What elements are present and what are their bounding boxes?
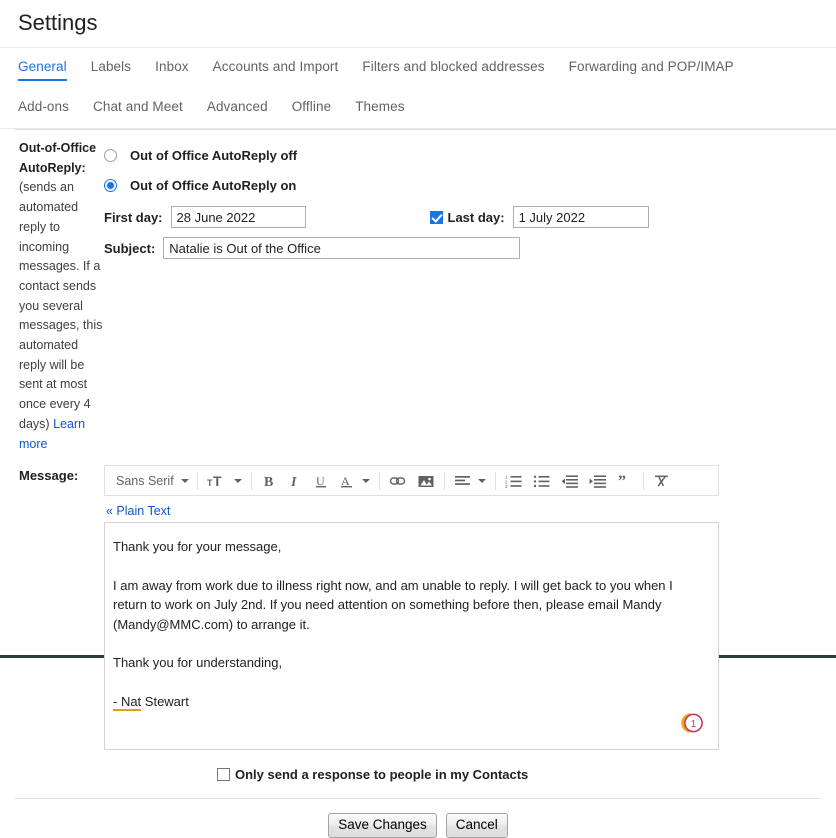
cancel-button[interactable]: Cancel — [445, 813, 508, 838]
font-size-icon[interactable]: T T — [202, 467, 247, 494]
message-label: Message: — [19, 468, 79, 484]
svg-text:”: ” — [618, 473, 626, 489]
italic-icon[interactable]: I — [282, 467, 308, 494]
toolbar-separator — [250, 471, 252, 490]
tab-chat-and-meet[interactable]: Chat and Meet — [81, 88, 195, 123]
toolbar-separator — [378, 471, 380, 490]
last-day-checkbox[interactable] — [429, 210, 443, 224]
signature-rest: Stewart — [141, 693, 189, 709]
radio-autoreply-on[interactable] — [104, 178, 117, 192]
remove-formatting-icon[interactable] — [648, 467, 676, 494]
autoreply-off-label: Out of Office AutoReply off — [130, 147, 298, 163]
page-title: Settings — [18, 10, 98, 35]
svg-text:T: T — [213, 473, 222, 489]
tab-themes[interactable]: Themes — [343, 88, 416, 123]
message-signature: - Nat Stewart — [113, 692, 706, 712]
chevron-down-icon — [233, 478, 242, 483]
tab-forwarding-and-pop-imap[interactable]: Forwarding and POP/IMAP — [557, 48, 746, 83]
chevron-down-icon — [180, 478, 189, 483]
tab-general[interactable]: General — [18, 48, 79, 83]
tab-offline[interactable]: Offline — [280, 88, 343, 123]
quote-icon[interactable]: ” — [612, 467, 639, 494]
underline-icon[interactable]: U — [308, 467, 334, 494]
subject-label: Subject: — [104, 240, 156, 256]
misspelled-word: - Nat — [113, 693, 142, 711]
action-buttons: Save Changes Cancel — [0, 813, 836, 838]
align-icon[interactable] — [449, 467, 491, 494]
link-icon[interactable] — [384, 467, 412, 494]
settings-tabbar: General Labels Inbox Accounts and Import… — [0, 48, 836, 129]
text-color-icon[interactable]: A — [334, 467, 375, 494]
tab-filters-and-blocked-addresses[interactable]: Filters and blocked addresses — [350, 48, 556, 83]
toolbar-separator — [494, 471, 496, 490]
first-day-label: First day: — [104, 209, 163, 225]
section-title: Out-of-Office AutoReply: — [19, 141, 97, 175]
svg-text:B: B — [264, 475, 273, 489]
toolbar-separator — [196, 471, 198, 490]
dates-row: First day: Last day: — [104, 205, 836, 229]
tab-add-ons[interactable]: Add-ons — [18, 88, 81, 123]
tab-accounts-and-import[interactable]: Accounts and Import — [201, 48, 351, 83]
message-body-editor[interactable]: Thank you for your message, I am away fr… — [104, 522, 719, 751]
last-day-input[interactable] — [512, 206, 649, 228]
message-paragraph: Thank you for your message, — [113, 539, 282, 555]
tab-row-primary: General Labels Inbox Accounts and Import… — [18, 48, 836, 88]
contacts-only-checkbox[interactable] — [217, 768, 230, 782]
message-section: Message: Sans Serif T T B I U A 1 2 3 ” … — [0, 465, 836, 751]
autoreply-on-label: Out of Office AutoReply on — [130, 177, 297, 193]
subject-row: Subject: — [104, 236, 836, 260]
contacts-only-label: Only send a response to people in my Con… — [235, 767, 529, 783]
contacts-only-row[interactable]: Only send a response to people in my Con… — [217, 767, 836, 782]
toolbar-separator — [443, 471, 445, 490]
out-of-office-label-column: Out-of-Office AutoReply: (sends an autom… — [0, 139, 104, 454]
indent-more-icon[interactable] — [584, 467, 612, 494]
settings-content: Out-of-Office AutoReply: (sends an autom… — [0, 129, 836, 838]
section-description: (sends an automated reply to incoming me… — [19, 180, 103, 431]
out-of-office-fields: Out of Office AutoReply off Out of Offic… — [104, 139, 836, 454]
out-of-office-section: Out-of-Office AutoReply: (sends an autom… — [0, 130, 836, 454]
autoreply-off-row[interactable]: Out of Office AutoReply off — [104, 142, 836, 168]
tab-row-secondary: Add-ons Chat and Meet Advanced Offline T… — [18, 88, 836, 128]
font-family-value: Sans Serif — [116, 473, 174, 488]
svg-text:A: A — [341, 474, 350, 488]
radio-autoreply-off[interactable] — [104, 148, 117, 162]
tab-advanced[interactable]: Advanced — [195, 88, 280, 123]
grammarly-count: 1 — [691, 719, 697, 730]
svg-text:U: U — [316, 474, 325, 488]
bulleted-list-icon[interactable] — [528, 467, 556, 494]
numbered-list-icon[interactable]: 1 2 3 — [500, 467, 528, 494]
content-divider-bottom — [15, 798, 821, 800]
message-paragraph: I am away from work due to illness right… — [113, 577, 673, 632]
settings-header: Settings — [0, 0, 836, 48]
autoreply-on-row[interactable]: Out of Office AutoReply on — [104, 172, 836, 198]
tab-inbox[interactable]: Inbox — [143, 48, 201, 83]
formatting-toolbar: Sans Serif T T B I U A 1 2 3 ” — [104, 465, 719, 497]
chevron-down-icon — [361, 478, 370, 483]
toolbar-separator — [642, 471, 644, 490]
chevron-down-icon — [477, 478, 486, 483]
plain-text-link[interactable]: « Plain Text — [106, 504, 170, 518]
message-paragraph: Thank you for understanding, — [113, 655, 283, 671]
bold-icon[interactable]: B — [256, 467, 282, 494]
svg-text:3: 3 — [505, 484, 508, 489]
subject-input[interactable] — [163, 237, 521, 259]
last-day-label: Last day: — [447, 209, 505, 225]
first-day-input[interactable] — [170, 206, 306, 228]
font-family-dropdown[interactable]: Sans Serif — [107, 474, 193, 488]
image-icon[interactable] — [412, 467, 440, 494]
message-composer: Sans Serif T T B I U A 1 2 3 ” « Plain T… — [104, 465, 836, 751]
tab-labels[interactable]: Labels — [79, 48, 143, 83]
svg-text:I: I — [290, 475, 297, 489]
grammarly-badge-icon[interactable]: 1 — [680, 711, 704, 735]
save-changes-button[interactable]: Save Changes — [328, 813, 437, 838]
indent-less-icon[interactable] — [556, 467, 584, 494]
